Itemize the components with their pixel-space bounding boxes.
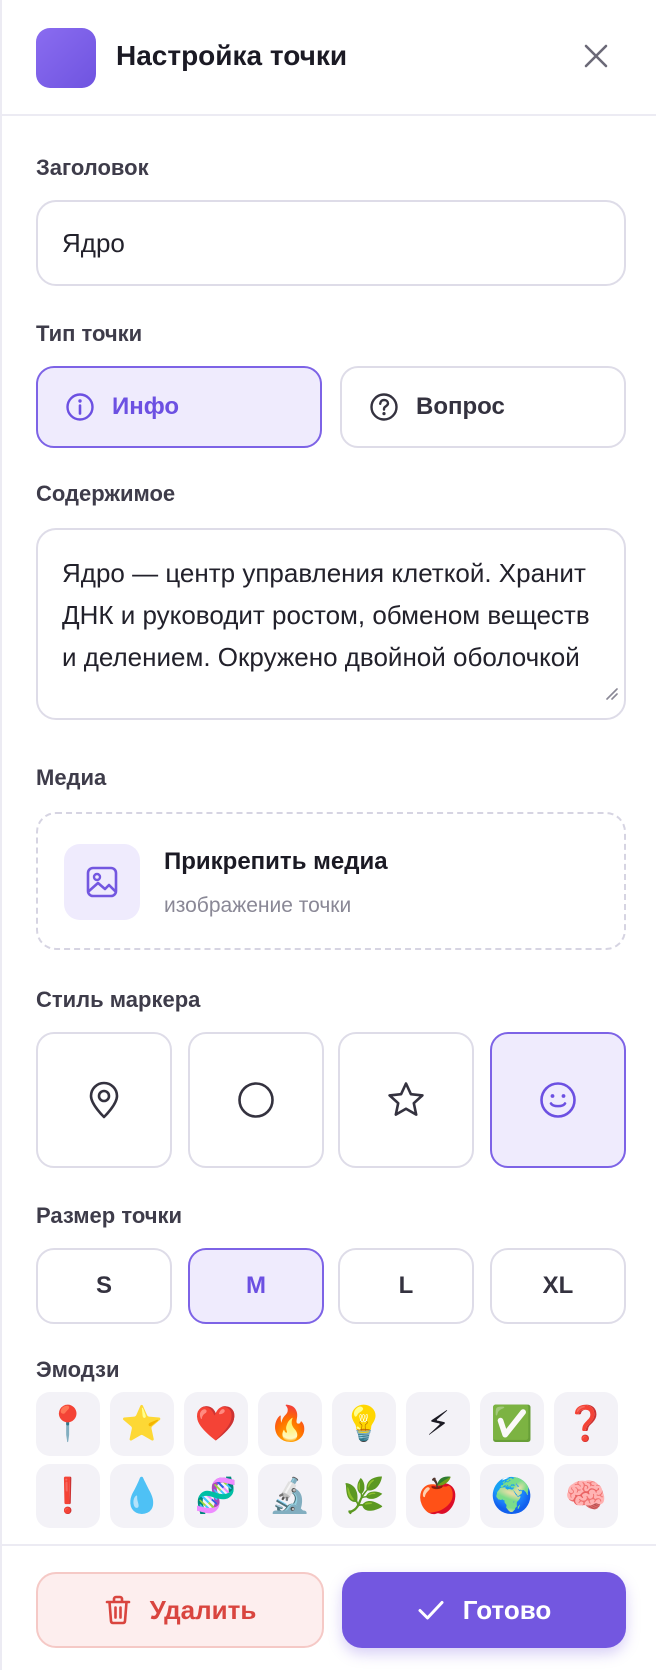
emoji-option-dna[interactable]: 🧬 (184, 1464, 248, 1528)
map-pin-icon (89, 1081, 119, 1119)
image-icon (64, 844, 140, 920)
star-icon (388, 1082, 424, 1116)
type-option-info[interactable]: Инфо (36, 366, 322, 448)
smiley-icon (540, 1082, 576, 1118)
size-option-s[interactable]: S (36, 1248, 172, 1324)
type-option-info-label: Инфо (112, 393, 180, 420)
emoji-option-droplet[interactable]: 💧 (110, 1464, 174, 1528)
point-type-label: Тип точки (36, 321, 143, 346)
title-input[interactable]: Ядро (36, 200, 626, 286)
done-button[interactable]: Готово (342, 1572, 626, 1648)
emoji-option-fire[interactable]: 🔥 (258, 1392, 322, 1456)
marker-option-pin[interactable] (36, 1032, 172, 1168)
emoji-option-brain[interactable]: 🧠 (554, 1464, 618, 1528)
content-text: Ядро — центр управления клеткой. Хранит … (62, 558, 590, 672)
question-icon (368, 391, 400, 423)
type-option-question[interactable]: Вопрос (340, 366, 626, 448)
delete-button[interactable]: Удалить (36, 1572, 324, 1648)
emoji-option-microscope[interactable]: 🔬 (258, 1464, 322, 1528)
checkmark-icon (417, 1599, 445, 1621)
marker-style-label: Стиль маркера (36, 987, 201, 1012)
media-label: Медиа (36, 765, 107, 790)
content-label: Содержимое (36, 481, 176, 506)
emoji-option-question[interactable]: ❓ (554, 1392, 618, 1456)
emoji-option-lightning[interactable]: ⚡ (406, 1392, 470, 1456)
close-icon (584, 44, 608, 68)
emoji-option-globe[interactable]: 🌍 (480, 1464, 544, 1528)
marker-option-circle[interactable] (188, 1032, 324, 1168)
info-icon (64, 391, 96, 423)
emoji-option-bulb[interactable]: 💡 (332, 1392, 396, 1456)
type-option-question-label: Вопрос (416, 393, 505, 420)
marker-option-smiley[interactable] (490, 1032, 626, 1168)
emoji-option-herb[interactable]: 🌿 (332, 1464, 396, 1528)
emoji-option-star[interactable]: ⭐ (110, 1392, 174, 1456)
attach-media-dropzone[interactable]: Прикрепить медиа изображение точки (36, 812, 626, 950)
size-option-xl[interactable]: XL (490, 1248, 626, 1324)
emoji-option-check[interactable]: ✅ (480, 1392, 544, 1456)
size-option-m[interactable]: M (188, 1248, 324, 1324)
attach-media-subtitle: изображение точки (164, 894, 352, 917)
circle-icon (238, 1082, 274, 1118)
panel-title: Настройка точки (116, 40, 348, 71)
panel-footer: Удалить Готово (2, 1544, 656, 1670)
title-field-label: Заголовок (36, 155, 149, 180)
resize-handle-icon[interactable] (602, 670, 618, 712)
emoji-option-exclamation[interactable]: ❗ (36, 1464, 100, 1528)
attach-media-title: Прикрепить медиа (164, 848, 388, 875)
app-logo (36, 28, 96, 88)
emoji-label: Эмодзи (36, 1357, 120, 1382)
close-button[interactable] (576, 36, 616, 76)
point-size-label: Размер точки (36, 1203, 183, 1228)
size-option-l[interactable]: L (338, 1248, 474, 1324)
point-settings-panel: Настройка точки Заголовок Ядро Тип точки… (0, 0, 656, 1670)
content-textarea[interactable]: Ядро — центр управления клеткой. Хранит … (36, 528, 626, 720)
marker-option-star[interactable] (338, 1032, 474, 1168)
trash-icon (104, 1594, 132, 1626)
emoji-option-apple[interactable]: 🍎 (406, 1464, 470, 1528)
emoji-option-pin[interactable]: 📍 (36, 1392, 100, 1456)
panel-header: Настройка точки (2, 0, 656, 116)
done-button-label: Готово (462, 1594, 552, 1625)
emoji-option-heart[interactable]: ❤️ (184, 1392, 248, 1456)
delete-button-label: Удалить (149, 1594, 257, 1625)
